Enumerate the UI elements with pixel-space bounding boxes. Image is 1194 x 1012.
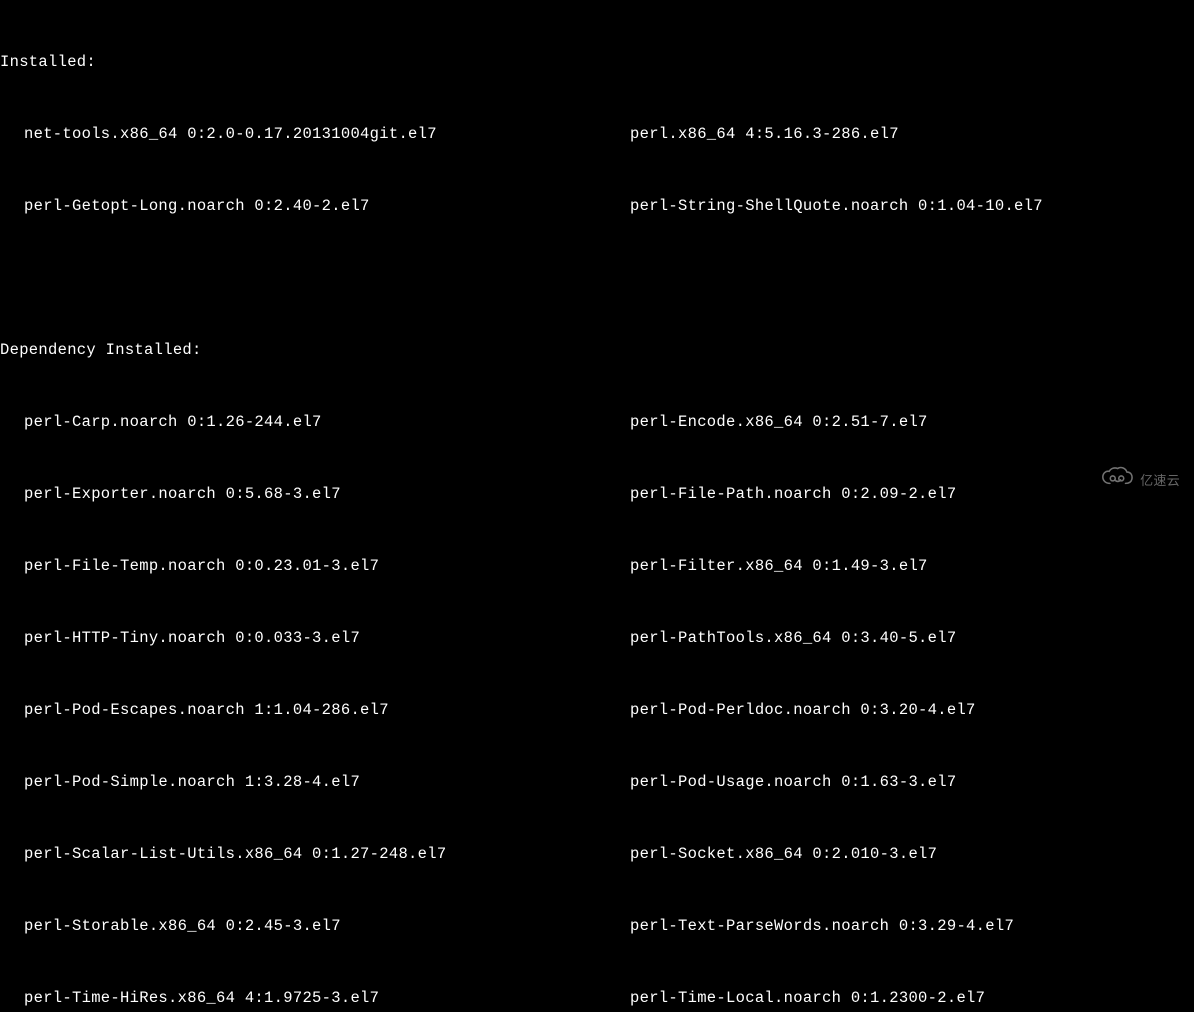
dep-left-5: perl-Pod-Simple.noarch 1:3.28-4.el7 — [0, 770, 630, 794]
dep-right-6: perl-Socket.x86_64 0:2.010-3.el7 — [630, 842, 1194, 866]
dep-left-3: perl-HTTP-Tiny.noarch 0:0.033-3.el7 — [0, 626, 630, 650]
installed-row-0: net-tools.x86_64 0:2.0-0.17.20131004git.… — [0, 122, 1194, 146]
dep-left-1: perl-Exporter.noarch 0:5.68-3.el7 — [0, 482, 630, 506]
blank-line — [0, 266, 1194, 290]
dep-left-8: perl-Time-HiRes.x86_64 4:1.9725-3.el7 — [0, 986, 630, 1010]
dep-right-0: perl-Encode.x86_64 0:2.51-7.el7 — [630, 410, 1194, 434]
watermark: 亿速云 — [1100, 466, 1180, 496]
installed-left-0: net-tools.x86_64 0:2.0-0.17.20131004git.… — [0, 122, 630, 146]
dep-left-2: perl-File-Temp.noarch 0:0.23.01-3.el7 — [0, 554, 630, 578]
installed-right-1: perl-String-ShellQuote.noarch 0:1.04-10.… — [630, 194, 1194, 218]
dep-row-7: perl-Storable.x86_64 0:2.45-3.el7 perl-T… — [0, 914, 1194, 938]
dep-row-4: perl-Pod-Escapes.noarch 1:1.04-286.el7 p… — [0, 698, 1194, 722]
dep-row-5: perl-Pod-Simple.noarch 1:3.28-4.el7 perl… — [0, 770, 1194, 794]
dep-right-3: perl-PathTools.x86_64 0:3.40-5.el7 — [630, 626, 1194, 650]
installed-right-0: perl.x86_64 4:5.16.3-286.el7 — [630, 122, 1194, 146]
dep-left-6: perl-Scalar-List-Utils.x86_64 0:1.27-248… — [0, 842, 630, 866]
dep-right-8: perl-Time-Local.noarch 0:1.2300-2.el7 — [630, 986, 1194, 1010]
installed-row-1: perl-Getopt-Long.noarch 0:2.40-2.el7 per… — [0, 194, 1194, 218]
dep-left-4: perl-Pod-Escapes.noarch 1:1.04-286.el7 — [0, 698, 630, 722]
dep-right-4: perl-Pod-Perldoc.noarch 0:3.20-4.el7 — [630, 698, 1194, 722]
dep-row-8: perl-Time-HiRes.x86_64 4:1.9725-3.el7 pe… — [0, 986, 1194, 1010]
watermark-text: 亿速云 — [1140, 469, 1180, 493]
dep-row-0: perl-Carp.noarch 0:1.26-244.el7 perl-Enc… — [0, 410, 1194, 434]
dep-right-5: perl-Pod-Usage.noarch 0:1.63-3.el7 — [630, 770, 1194, 794]
dep-left-7: perl-Storable.x86_64 0:2.45-3.el7 — [0, 914, 630, 938]
dependency-installed-header: Dependency Installed: — [0, 338, 1194, 362]
dep-row-3: perl-HTTP-Tiny.noarch 0:0.033-3.el7 perl… — [0, 626, 1194, 650]
installed-left-1: perl-Getopt-Long.noarch 0:2.40-2.el7 — [0, 194, 630, 218]
dep-row-2: perl-File-Temp.noarch 0:0.23.01-3.el7 pe… — [0, 554, 1194, 578]
installed-header: Installed: — [0, 50, 1194, 74]
terminal-output: Installed: net-tools.x86_64 0:2.0-0.17.2… — [0, 2, 1194, 1012]
dep-right-2: perl-Filter.x86_64 0:1.49-3.el7 — [630, 554, 1194, 578]
dep-left-0: perl-Carp.noarch 0:1.26-244.el7 — [0, 410, 630, 434]
cloud-icon — [1100, 466, 1134, 496]
dep-row-6: perl-Scalar-List-Utils.x86_64 0:1.27-248… — [0, 842, 1194, 866]
dep-row-1: perl-Exporter.noarch 0:5.68-3.el7 perl-F… — [0, 482, 1194, 506]
dep-right-7: perl-Text-ParseWords.noarch 0:3.29-4.el7 — [630, 914, 1194, 938]
